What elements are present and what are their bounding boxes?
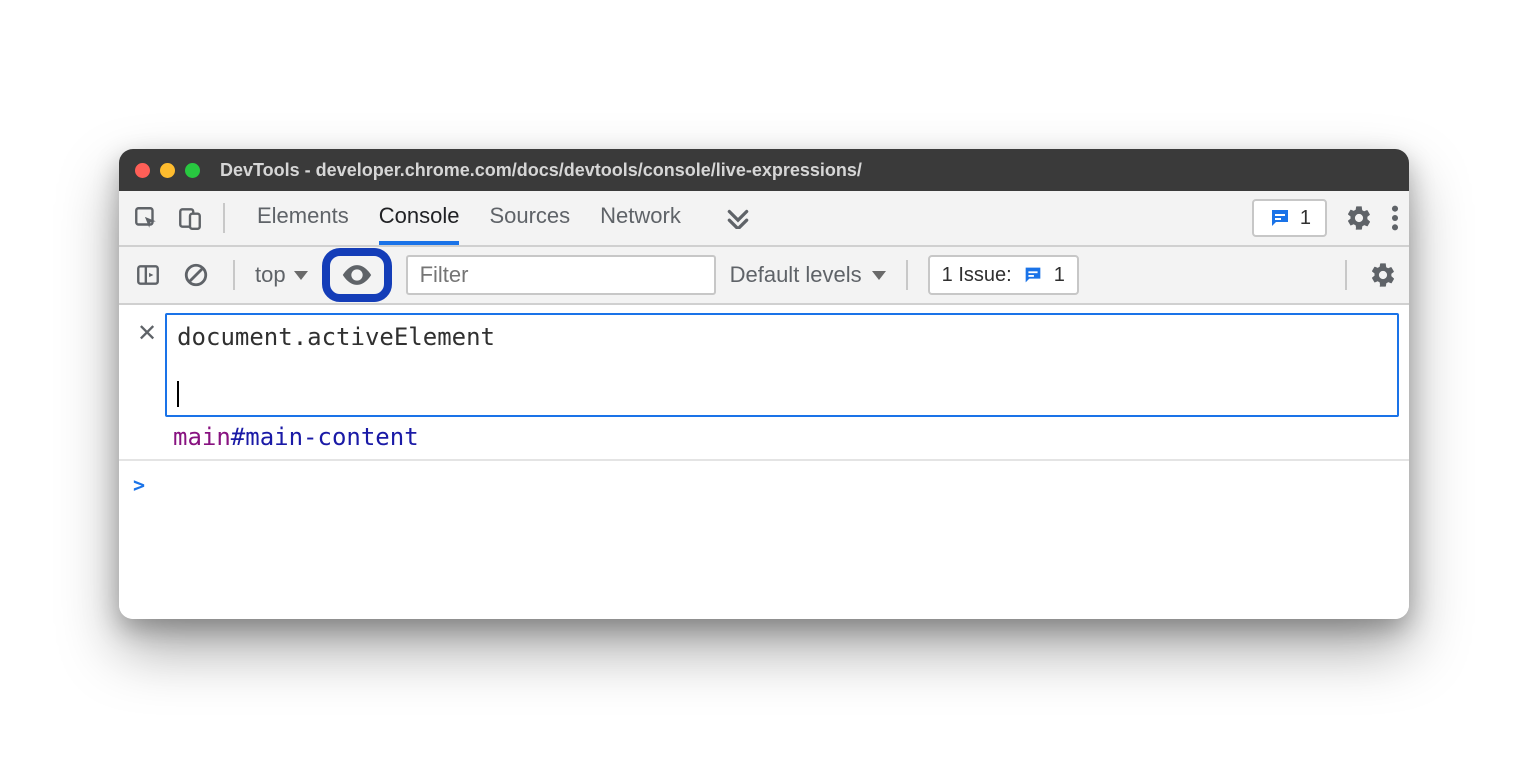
main-tabbar: Elements Console Sources Network 1 <box>119 191 1409 247</box>
tab-network[interactable]: Network <box>600 191 681 245</box>
console-toolbar: top Default levels 1 Issue: 1 <box>119 247 1409 305</box>
issues-button[interactable]: 1 Issue: 1 <box>928 255 1079 295</box>
tab-sources[interactable]: Sources <box>489 191 570 245</box>
live-expression-row: ✕ document.activeElement <box>119 305 1409 421</box>
live-expression-text: document.activeElement <box>177 323 1387 351</box>
context-selector[interactable]: top <box>255 262 308 288</box>
tabbar-right: 1 <box>1252 199 1399 237</box>
separator <box>223 203 225 233</box>
window-title: DevTools - developer.chrome.com/docs/dev… <box>220 160 862 181</box>
prompt-chevron-icon: > <box>133 473 145 497</box>
live-expression-editor[interactable]: document.activeElement <box>165 313 1399 417</box>
device-toggle-icon[interactable] <box>173 201 207 235</box>
separator <box>1345 260 1347 290</box>
separator <box>906 260 908 290</box>
console-blank-area <box>119 509 1409 619</box>
minimize-window-button[interactable] <box>160 163 175 178</box>
filter-input-wrapper[interactable] <box>406 255 716 295</box>
filter-input[interactable] <box>420 262 702 288</box>
maximize-window-button[interactable] <box>185 163 200 178</box>
traffic-lights <box>135 163 200 178</box>
separator <box>233 260 235 290</box>
more-tabs-button[interactable] <box>725 191 751 245</box>
console-prompt[interactable]: > <box>119 461 1409 509</box>
panel-tabs: Elements Console Sources Network <box>257 191 751 245</box>
cursor-line <box>177 381 1387 407</box>
chevron-down-icon <box>294 271 308 280</box>
chevron-down-icon <box>872 271 886 280</box>
chat-icon <box>1022 264 1044 286</box>
tab-console[interactable]: Console <box>379 191 460 245</box>
console-toolbar-right <box>1339 260 1397 290</box>
create-live-expression-button[interactable] <box>322 248 392 302</box>
log-levels-label: Default levels <box>730 262 862 288</box>
tab-elements[interactable]: Elements <box>257 191 349 245</box>
console-settings-icon[interactable] <box>1369 261 1397 289</box>
settings-icon[interactable] <box>1345 204 1373 232</box>
context-label: top <box>255 262 286 288</box>
eye-icon <box>340 258 374 292</box>
issues-label: 1 Issue: <box>942 264 1012 287</box>
close-live-expression-button[interactable]: ✕ <box>129 313 165 354</box>
live-expression-result[interactable]: main#main-content <box>119 421 1409 461</box>
titlebar: DevTools - developer.chrome.com/docs/dev… <box>119 149 1409 191</box>
close-window-button[interactable] <box>135 163 150 178</box>
console-sidebar-toggle-icon[interactable] <box>131 258 165 292</box>
messages-button[interactable]: 1 <box>1252 199 1327 237</box>
issues-count: 1 <box>1054 264 1065 287</box>
result-id: #main-content <box>231 423 419 451</box>
result-tag: main <box>173 423 231 451</box>
kebab-menu-icon[interactable] <box>1391 204 1399 232</box>
devtools-window: DevTools - developer.chrome.com/docs/dev… <box>119 149 1409 619</box>
inspect-element-icon[interactable] <box>129 201 163 235</box>
log-levels-selector[interactable]: Default levels <box>730 262 886 288</box>
clear-console-icon[interactable] <box>179 258 213 292</box>
messages-count: 1 <box>1300 207 1311 230</box>
chat-icon <box>1268 206 1292 230</box>
